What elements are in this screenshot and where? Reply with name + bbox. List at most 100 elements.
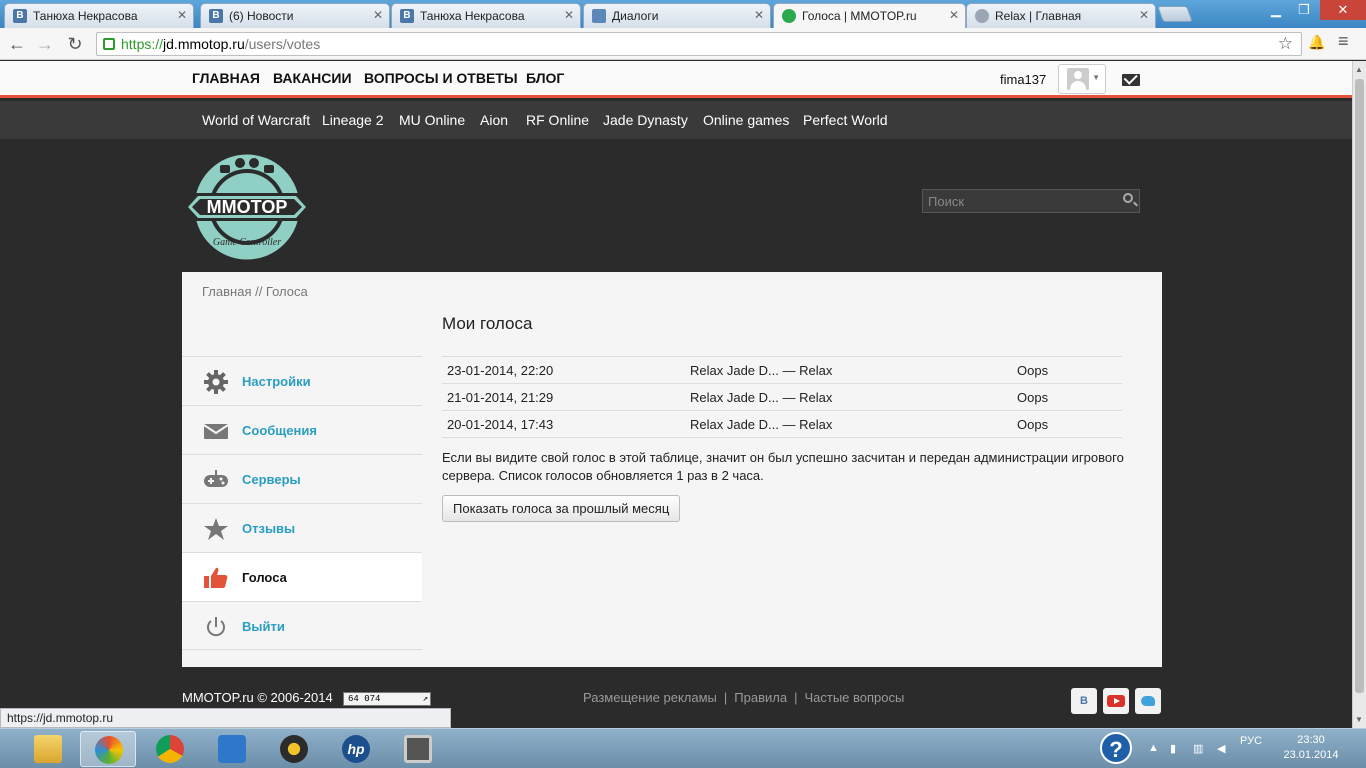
maximize-icon[interactable]: ❐ [1290,0,1318,20]
reload-icon[interactable]: ↻ [64,33,86,55]
sidebar-item-servers[interactable]: Серверы [182,454,422,503]
new-tab-button[interactable] [1157,6,1193,22]
close-tab-icon[interactable]: ✕ [177,8,187,22]
nav-main[interactable]: ГЛАВНАЯ [192,70,260,86]
browser-menu-icon[interactable]: ≡ [1338,31,1349,52]
game-link[interactable]: Jade Dynasty [603,112,688,128]
votes-table: 23-01-2014, 22:20 Relax Jade D... — Rela… [442,356,1122,438]
vote-server[interactable]: Relax Jade D... — Relax [685,356,1012,384]
breadcrumb[interactable]: Главная // Голоса [202,284,308,299]
power-tray-icon[interactable]: ▮ [1170,742,1182,755]
sidebar-item-settings[interactable]: Настройки [182,356,422,405]
sidebar-item-votes[interactable]: Голоса [182,552,422,601]
sidebar-item-label: Серверы [242,472,301,487]
help-icon[interactable]: ? [1100,732,1132,764]
app-icon [95,736,123,764]
close-tab-icon[interactable]: ✕ [754,8,764,22]
youtube-social-icon[interactable] [1103,688,1129,714]
game-link[interactable]: RF Online [526,112,589,128]
dialogs-icon [592,9,606,23]
close-tab-icon[interactable]: ✕ [1139,8,1149,22]
mmotop-logo[interactable]: MMOTOP Game Controller [182,151,312,263]
vote-server[interactable]: Relax Jade D... — Relax [685,410,1012,438]
vote-date: 20-01-2014, 17:43 [442,410,685,438]
taskbar-media[interactable] [266,731,322,767]
taskbar-clock[interactable]: 23:30 23.01.2014 [1280,733,1342,763]
footer-link-faq[interactable]: Частые вопросы [804,690,904,705]
hp-icon: hp [342,735,370,763]
table-row: 23-01-2014, 22:20 Relax Jade D... — Rela… [442,356,1122,384]
close-tab-icon[interactable]: ✕ [949,8,959,22]
table-row: 21-01-2014, 21:29 Relax Jade D... — Rela… [442,383,1122,411]
username[interactable]: fima137 [1000,72,1046,87]
gamepad-icon [204,470,228,487]
search-icon[interactable] [1123,193,1133,203]
url-host: jd.mmotop.ru [163,36,245,52]
nav-qa[interactable]: ВОПРОСЫ И ОТВЕТЫ [364,70,518,86]
thumbs-up-icon [204,567,228,588]
vk-social-icon[interactable]: В [1071,688,1097,714]
vote-server[interactable]: Relax Jade D... — Relax [685,383,1012,411]
language-indicator[interactable]: РУС [1240,735,1262,747]
footer-link-ads[interactable]: Размещение рекламы [583,690,717,705]
volume-icon[interactable]: ◀ [1217,742,1229,755]
browser-tab[interactable]: Диалоги ✕ [583,3,771,28]
close-tab-icon[interactable]: ✕ [373,8,383,22]
browser-tab[interactable]: Relax | Главная ✕ [966,3,1156,28]
monitor-icon [404,735,432,763]
network-icon[interactable]: ▥ [1193,742,1205,755]
mail-icon[interactable] [1122,74,1140,86]
media-player-icon [280,735,308,763]
visit-counter[interactable]: 64 074 ↗ [343,692,431,706]
tray-expand-icon[interactable]: ▲ [1148,742,1160,754]
bookmark-star-icon[interactable]: ☆ [1278,34,1293,54]
browser-tab-active[interactable]: Голоса | MMOTOP.ru ✕ [773,3,966,29]
browser-tab-strip: В Танюха Некрасова ✕ В (6) Новости ✕ В Т… [0,0,1366,29]
footer-separator: | [723,690,728,705]
taskbar-hp[interactable]: hp [328,731,384,767]
game-link[interactable]: Aion [480,112,508,128]
footer-link-rules[interactable]: Правила [734,690,787,705]
taskbar-chrome[interactable] [142,731,198,767]
close-tab-icon[interactable]: ✕ [564,8,574,22]
avatar-dropdown[interactable]: ▼ [1058,64,1106,94]
game-link[interactable]: Perfect World [803,112,888,128]
nav-vacancies[interactable]: ВАКАНСИИ [273,70,352,86]
browser-tab[interactable]: В Танюха Некрасова ✕ [391,3,581,28]
browser-tab[interactable]: В (6) Новости ✕ [200,3,390,28]
taskbar-rocket[interactable] [204,731,260,767]
folder-icon [34,735,62,763]
vote-date: 23-01-2014, 22:20 [442,356,685,384]
envelope-icon [203,424,229,439]
show-last-month-button[interactable]: Показать голоса за прошлый месяц [442,495,681,522]
scrollbar-thumb[interactable] [1355,79,1364,693]
twitter-social-icon[interactable] [1135,688,1161,714]
forward-icon[interactable]: → [34,33,56,55]
votes-note: Если вы видите свой голос в этой таблице… [442,450,1124,483]
taskbar-app-active[interactable] [80,731,136,767]
sidebar-item-reviews[interactable]: Отзывы [182,503,422,552]
back-icon[interactable]: ← [6,33,28,55]
window-close-icon[interactable]: ✕ [1320,0,1366,20]
address-bar[interactable]: https://jd.mmotop.ru/users/votes ☆ [96,32,1302,56]
scroll-up-icon[interactable]: ▲ [1355,65,1363,74]
notification-bell-icon[interactable]: 🔔 [1308,34,1325,51]
taskbar-explorer[interactable] [20,731,76,767]
game-link[interactable]: Lineage 2 [322,112,384,128]
game-link[interactable]: World of Warcraft [202,112,310,128]
minimize-icon[interactable]: ▁ [1262,0,1290,20]
game-navigation: World of Warcraft Lineage 2 MU Online Ai… [0,101,1352,139]
nav-blog[interactable]: БЛОГ [526,70,564,86]
power-icon [207,617,225,637]
scroll-down-icon[interactable]: ▼ [1355,715,1363,724]
browser-tab[interactable]: В Танюха Некрасова ✕ [4,3,194,28]
page-scrollbar[interactable]: ▲ ▼ [1352,61,1366,728]
game-link[interactable]: Online games [703,112,789,128]
sidebar-item-messages[interactable]: Сообщения [182,405,422,454]
sidebar-item-logout[interactable]: Выйти [182,601,422,650]
taskbar-monitor[interactable] [390,731,446,767]
vk-icon: В [400,9,414,23]
footer-links: Размещение рекламы | Правила | Частые вопрос… [583,690,904,705]
game-link[interactable]: MU Online [399,112,465,128]
search-input[interactable]: Поиск [922,189,1140,213]
